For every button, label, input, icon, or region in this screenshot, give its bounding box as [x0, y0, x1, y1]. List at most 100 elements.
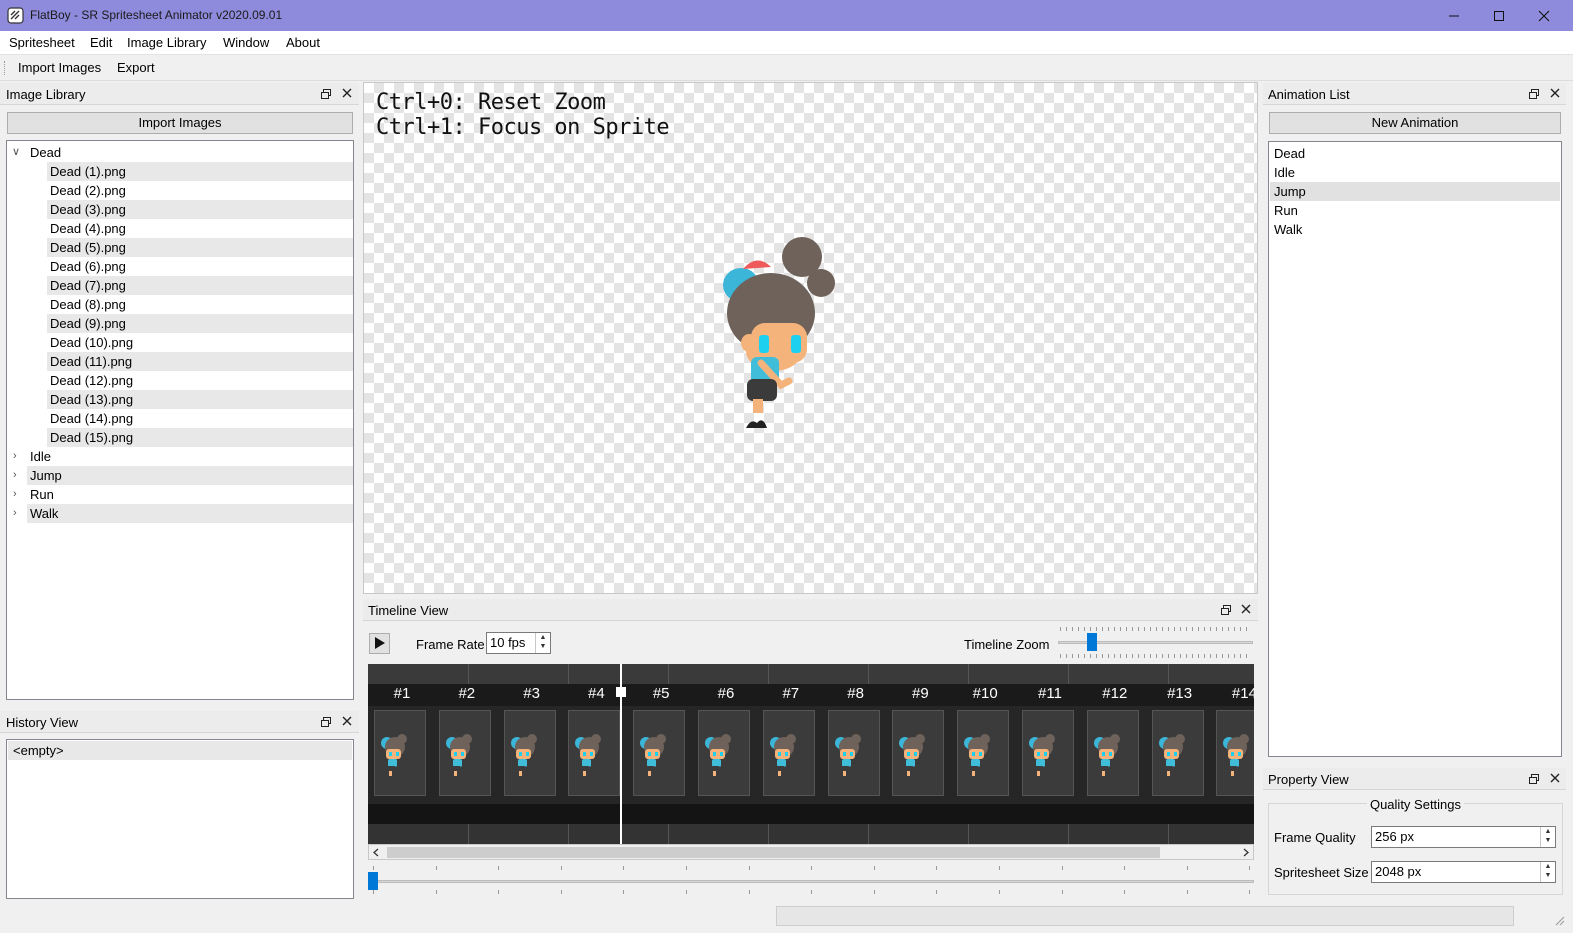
frame-quality-spinbox[interactable]: 256 px ▲ ▼: [1371, 826, 1556, 848]
slider-tick: [1246, 627, 1247, 631]
import-images-button[interactable]: Import Images: [7, 112, 353, 134]
tree-item-image[interactable]: Dead (10).png: [47, 333, 353, 352]
maximize-button[interactable]: [1476, 0, 1522, 31]
tree-item-label: Dead (8).png: [50, 297, 126, 312]
frame-thumbnail[interactable]: [633, 710, 686, 796]
spritesheet-size-spinbox[interactable]: 2048 px ▲ ▼: [1371, 861, 1556, 883]
float-icon[interactable]: [1220, 604, 1232, 616]
tree-item-image[interactable]: Dead (3).png: [47, 200, 353, 219]
slider-tick: [1126, 627, 1127, 631]
tree-item-image[interactable]: Dead (13).png: [47, 390, 353, 409]
tree-item-image[interactable]: Dead (2).png: [47, 181, 353, 200]
tree-group-jump[interactable]: › Jump: [13, 466, 353, 485]
slider-tick: [1066, 654, 1067, 658]
resize-grip-icon[interactable]: [1553, 914, 1565, 926]
chevron-down-icon[interactable]: ∨: [12, 143, 20, 162]
tree-group-idle[interactable]: › Idle: [7, 447, 353, 466]
frame-thumbnail[interactable]: [827, 710, 880, 796]
animation-item-dead[interactable]: Dead: [1270, 144, 1560, 163]
animation-item-run[interactable]: Run: [1270, 201, 1560, 220]
frame-thumbnail[interactable]: [892, 710, 945, 796]
tree-item-image[interactable]: Dead (6).png: [47, 257, 353, 276]
timeline-zoom-handle[interactable]: [1087, 633, 1097, 651]
tree-item-image[interactable]: Dead (15).png: [47, 428, 353, 447]
play-icon: [375, 637, 385, 649]
menu-about[interactable]: About: [286, 35, 320, 50]
minimize-button[interactable]: [1431, 0, 1477, 31]
animation-item-walk[interactable]: Walk: [1270, 220, 1560, 239]
float-icon[interactable]: [320, 88, 332, 100]
tree-item-image[interactable]: Dead (1).png: [47, 162, 353, 181]
animation-item-idle[interactable]: Idle: [1270, 163, 1560, 182]
toolbar-export-button[interactable]: Export: [117, 60, 155, 75]
close-button[interactable]: [1521, 0, 1567, 31]
history-list: <empty>: [6, 739, 354, 899]
frame-thumbnail[interactable]: [762, 710, 815, 796]
chevron-right-icon[interactable]: ›: [13, 466, 17, 485]
slider-tick: [1210, 654, 1211, 658]
frame-thumbnail[interactable]: [374, 710, 426, 796]
tree-item-label: Dead (13).png: [50, 392, 134, 407]
sprite-canvas[interactable]: Ctrl+0: Reset Zoom Ctrl+1: Focus on Spri…: [363, 82, 1258, 594]
tree-group-walk[interactable]: › Walk: [13, 504, 353, 523]
tree-item-image[interactable]: Dead (8).png: [47, 295, 353, 314]
history-item[interactable]: <empty>: [8, 741, 352, 760]
float-icon[interactable]: [320, 716, 332, 728]
scrollbar-thumb[interactable]: [387, 847, 1160, 858]
close-icon: [1538, 10, 1550, 21]
close-icon[interactable]: [1549, 87, 1561, 99]
tree-item-image[interactable]: Dead (11).png: [47, 352, 353, 371]
close-icon[interactable]: [1240, 603, 1252, 615]
chevron-right-icon[interactable]: [1242, 848, 1250, 857]
frame-thumbnail[interactable]: [957, 710, 1010, 796]
frame-thumbnail[interactable]: [1086, 710, 1139, 796]
slider-tick: [1090, 627, 1091, 631]
tree-group-dead[interactable]: ∨ Dead: [7, 143, 353, 162]
toolbar-import-button[interactable]: Import Images: [18, 60, 101, 75]
tree-item-image[interactable]: Dead (12).png: [47, 371, 353, 390]
timeline-divider: [1068, 664, 1069, 684]
frame-rate-spinbox[interactable]: 10 fps ▲ ▼: [486, 632, 551, 654]
frame-thumbnail[interactable]: [1022, 710, 1074, 796]
menu-window[interactable]: Window: [223, 35, 269, 50]
chevron-right-icon[interactable]: ›: [13, 447, 17, 466]
spin-arrows-icon[interactable]: ▲ ▼: [535, 633, 550, 653]
tree-item-image[interactable]: Dead (14).png: [47, 409, 353, 428]
slider-tick: [1108, 654, 1109, 658]
close-icon[interactable]: [341, 87, 353, 99]
tree-item-image[interactable]: Dead (5).png: [47, 238, 353, 257]
timeline-scrollbar[interactable]: [368, 844, 1254, 860]
menu-edit[interactable]: Edit: [90, 35, 112, 50]
tree-group-run[interactable]: › Run: [7, 485, 353, 504]
close-icon[interactable]: [1549, 772, 1561, 784]
chevron-left-icon[interactable]: [372, 848, 380, 857]
menu-image-library[interactable]: Image Library: [127, 35, 206, 50]
frame-position-slider[interactable]: [370, 880, 1254, 883]
sprite-thumbnail-icon: [964, 734, 991, 776]
toolbar-grip[interactable]: [4, 61, 6, 75]
menu-spritesheet[interactable]: Spritesheet: [9, 35, 75, 50]
close-icon[interactable]: [341, 715, 353, 727]
frame-thumbnail[interactable]: [1216, 710, 1254, 796]
frame-thumbnail[interactable]: [698, 710, 750, 796]
timeline-track[interactable]: #1 #2 #3 #4 #5 #6 #7 #8 #9 #10 #11 #12 #13 #14: [368, 664, 1254, 844]
tree-item-image[interactable]: Dead (7).png: [47, 276, 353, 295]
chevron-right-icon[interactable]: ›: [13, 504, 17, 523]
tree-item-image[interactable]: Dead (4).png: [47, 219, 353, 238]
sprite-thumbnail-icon: [1093, 734, 1120, 776]
animation-item-jump[interactable]: Jump: [1270, 182, 1560, 201]
spin-arrows-icon[interactable]: ▲ ▼: [1540, 862, 1555, 882]
frame-position-handle[interactable]: [368, 872, 378, 890]
float-icon[interactable]: [1528, 773, 1540, 785]
new-animation-button[interactable]: New Animation: [1269, 112, 1561, 134]
frame-thumbnail[interactable]: [438, 710, 491, 796]
play-button[interactable]: [369, 633, 390, 654]
frame-thumbnail[interactable]: [503, 710, 556, 796]
playhead-handle[interactable]: [616, 687, 626, 697]
float-icon[interactable]: [1528, 88, 1540, 100]
tree-item-image[interactable]: Dead (9).png: [47, 314, 353, 333]
frame-thumbnail[interactable]: [568, 710, 621, 796]
spin-arrows-icon[interactable]: ▲ ▼: [1540, 827, 1555, 847]
frame-thumbnail[interactable]: [1151, 710, 1204, 796]
chevron-right-icon[interactable]: ›: [13, 485, 17, 504]
